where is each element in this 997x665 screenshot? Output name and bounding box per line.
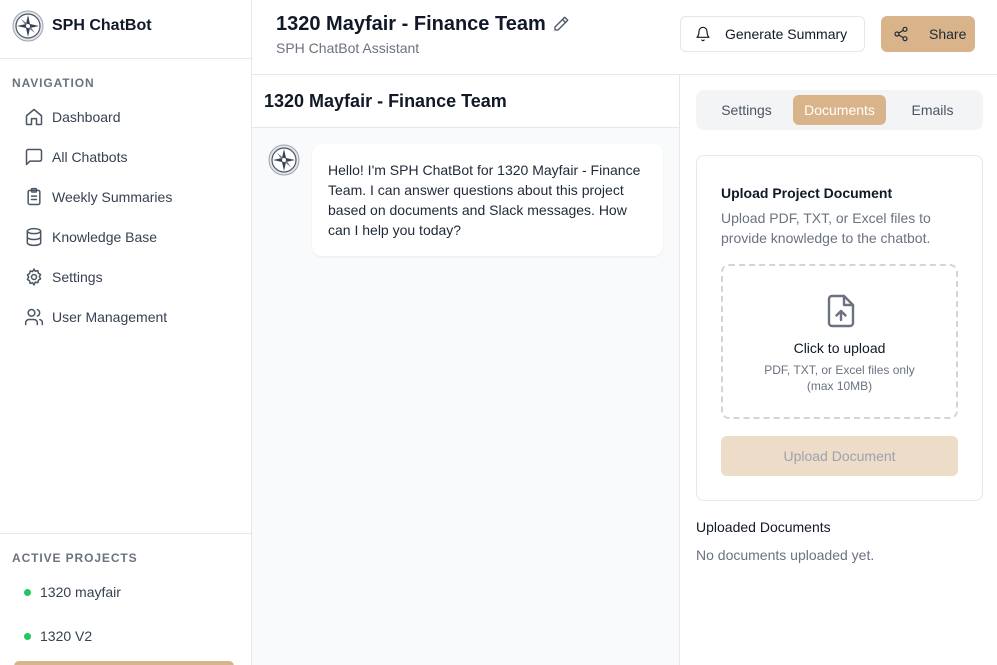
- sidebar-item-label: Weekly Summaries: [52, 189, 173, 205]
- bot-avatar-icon: [268, 144, 300, 176]
- pencil-icon[interactable]: [552, 15, 570, 33]
- project-item-1320-v2[interactable]: 1320 V2: [14, 622, 238, 650]
- bell-icon: [696, 26, 710, 42]
- upload-card: Upload Project Document Upload PDF, TXT,…: [696, 155, 983, 501]
- project-item-1320-mayfair[interactable]: 1320 mayfair: [14, 578, 238, 606]
- project-label: 1320 mayfair: [40, 584, 121, 600]
- sidebar-item-user-management[interactable]: User Management: [14, 300, 238, 334]
- uploaded-documents-title: Uploaded Documents: [696, 519, 831, 535]
- nav-heading: NAVIGATION: [12, 76, 95, 90]
- sidebar-item-label: Dashboard: [52, 109, 121, 125]
- message-square-icon: [25, 148, 43, 166]
- documents-panel: Settings Documents Emails Upload Project…: [680, 75, 997, 665]
- chat-title: 1320 Mayfair - Finance Team: [264, 91, 507, 111]
- clipboard-list-icon: [27, 187, 41, 206]
- gear-icon: [26, 268, 42, 286]
- dropzone-hint: PDF, TXT, or Excel files only (max 10MB): [764, 363, 915, 393]
- sidebar-item-knowledge-base[interactable]: Knowledge Base: [14, 220, 238, 254]
- file-upload-icon: [827, 294, 855, 328]
- share-label: Share: [929, 26, 967, 42]
- status-dot: [24, 588, 31, 596]
- sidebar-item-settings[interactable]: Settings: [14, 260, 238, 294]
- sidebar-item-dashboard[interactable]: Dashboard: [14, 100, 238, 134]
- database-icon: [26, 227, 42, 247]
- sidebar-action-button[interactable]: [14, 661, 234, 665]
- tab-emails[interactable]: Emails: [886, 95, 979, 125]
- brand-name: SPH ChatBot: [52, 17, 152, 34]
- uploaded-documents-empty: No documents uploaded yet.: [696, 547, 875, 563]
- share-icon: [894, 26, 908, 42]
- sidebar-item-label: Knowledge Base: [52, 229, 158, 245]
- users-icon: [24, 308, 44, 326]
- panel-tabs: Settings Documents Emails: [696, 90, 983, 130]
- page-subtitle: SPH ChatBot Assistant: [276, 40, 420, 56]
- sidebar-item-label: User Management: [52, 309, 168, 325]
- project-label: 1320 V2: [40, 628, 93, 644]
- projects-heading: ACTIVE PROJECTS: [12, 551, 138, 565]
- sidebar-divider: [0, 533, 251, 534]
- upload-card-description: Upload PDF, TXT, or Excel files to provi…: [721, 210, 931, 246]
- page-header: 1320 Mayfair - Finance Team SPH ChatBot …: [252, 0, 997, 75]
- status-dot: [24, 632, 31, 640]
- upload-document-button[interactable]: Upload Document: [721, 436, 958, 476]
- compass-logo-icon: [12, 10, 44, 42]
- chat-pane: 1320 Mayfair - Finance Team Hello! I'm S…: [252, 75, 680, 665]
- brand-header[interactable]: SPH ChatBot: [0, 0, 251, 59]
- sidebar-item-label: Settings: [52, 269, 103, 285]
- tab-settings[interactable]: Settings: [700, 95, 793, 125]
- page-title: 1320 Mayfair - Finance Team: [276, 13, 546, 35]
- sidebar-item-weekly-summaries[interactable]: Weekly Summaries: [14, 180, 238, 214]
- sidebar-item-all-chatbots[interactable]: All Chatbots: [14, 140, 238, 174]
- upload-dropzone[interactable]: Click to upload PDF, TXT, or Excel files…: [721, 264, 958, 419]
- generate-summary-label: Generate Summary: [725, 26, 848, 42]
- bot-message-bubble: Hello! I'm SPH ChatBot for 1320 Mayfair …: [312, 144, 663, 256]
- share-button[interactable]: Share: [881, 16, 975, 52]
- tab-documents[interactable]: Documents: [793, 95, 886, 125]
- dropzone-title: Click to upload: [793, 340, 886, 356]
- generate-summary-button[interactable]: Generate Summary: [680, 16, 865, 52]
- sidebar: SPH ChatBot NAVIGATION Dashboard All Cha…: [0, 0, 252, 665]
- upload-card-title: Upload Project Document: [721, 185, 893, 201]
- sidebar-item-label: All Chatbots: [52, 149, 128, 165]
- chat-header: 1320 Mayfair - Finance Team: [252, 75, 679, 128]
- home-icon: [25, 108, 43, 126]
